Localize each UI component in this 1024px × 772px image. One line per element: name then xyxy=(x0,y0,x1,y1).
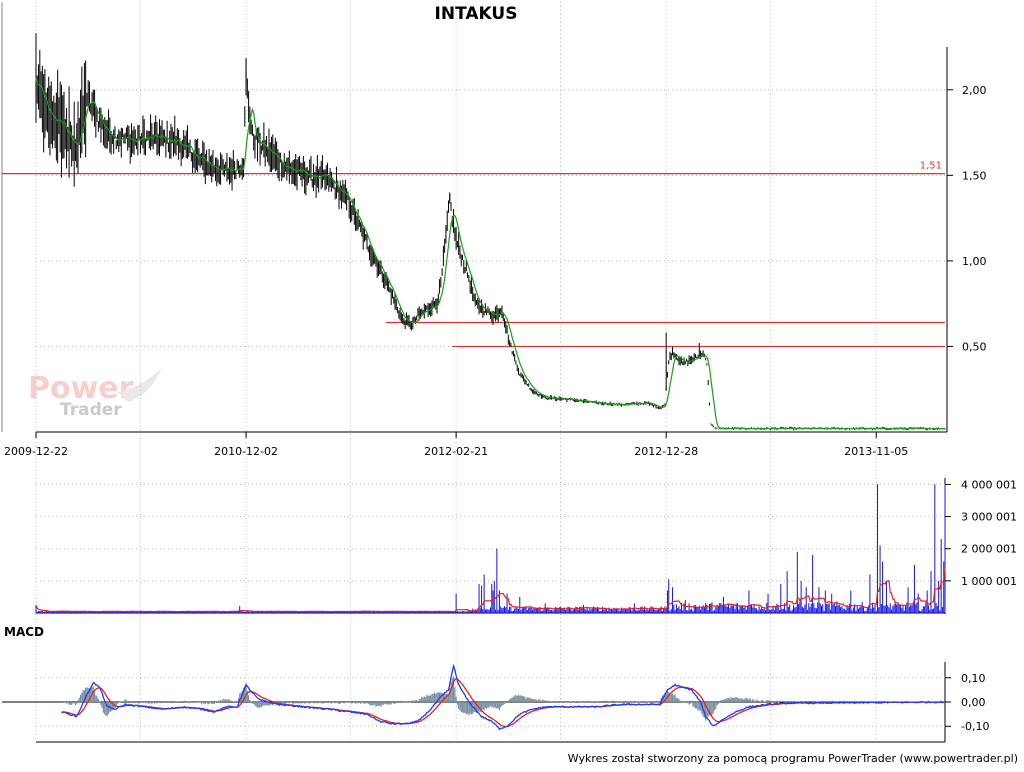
volume-tick-label: 1 000 001 xyxy=(961,575,1017,588)
price-tick-label: 1,00 xyxy=(962,255,987,268)
volume-tick-label: 4 000 001 xyxy=(961,478,1017,491)
date-tick-label: 2012-12-28 xyxy=(634,445,698,458)
price-tick-label: 0,50 xyxy=(962,340,987,353)
watermark-word-trader: Trader xyxy=(60,400,122,420)
macd-tick-label: 0,10 xyxy=(961,672,986,685)
chart-root: INTAKUS Power Trader 1,51 2,00 1,50 1,00 0,… xyxy=(0,0,1024,768)
chart-title: INTAKUS xyxy=(435,4,518,24)
macd-tick-label: -0,10 xyxy=(961,720,989,733)
price-tick-label: 2,00 xyxy=(962,84,987,97)
date-tick-label: 2012-02-21 xyxy=(424,445,488,458)
macd-panel-label: MACD xyxy=(4,625,44,639)
chart-svg: INTAKUS Power Trader 1,51 2,001,501,000,… xyxy=(0,0,1024,768)
price-tick-label: 1,50 xyxy=(962,169,987,182)
level-label: 1,51 xyxy=(920,161,942,172)
date-tick-label: 2013-11-05 xyxy=(844,445,908,458)
footer-credit: Wykres został stworzony za pomocą progra… xyxy=(568,752,1018,765)
date-tick-label: 2009-12-22 xyxy=(4,445,68,458)
volume-tick-label: 2 000 001 xyxy=(961,543,1017,556)
chart-background xyxy=(0,0,1024,768)
volume-tick-label: 3 000 001 xyxy=(961,511,1017,524)
macd-tick-label: 0,00 xyxy=(961,696,986,709)
date-tick-label: 2010-12-02 xyxy=(214,445,278,458)
